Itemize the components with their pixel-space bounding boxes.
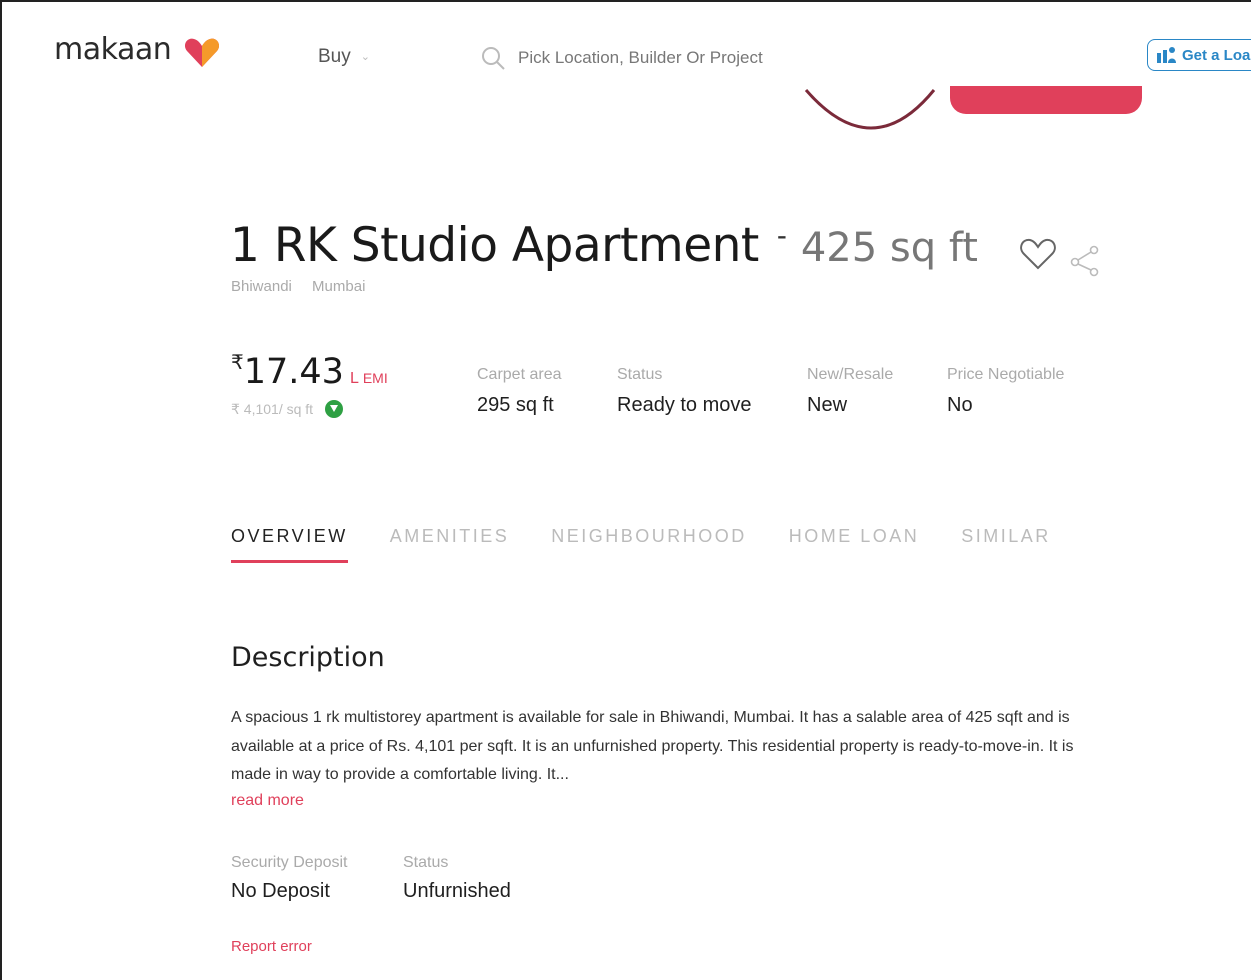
decorative-arc <box>804 89 936 130</box>
heart-logo-icon <box>184 38 220 67</box>
detail-label: Security Deposit <box>231 854 348 871</box>
stat-label: Status <box>617 366 663 383</box>
report-error-link[interactable]: Report error <box>231 938 312 955</box>
rupee-symbol: ₹ <box>231 352 244 374</box>
read-more-link[interactable]: read more <box>231 792 304 810</box>
price-amount: 17.43 <box>243 352 344 392</box>
search-icon <box>482 47 505 70</box>
price-unit: L <box>349 370 359 387</box>
tab-home-loan[interactable]: HOME LOAN <box>789 526 920 563</box>
price-trend-down-icon[interactable] <box>325 400 344 418</box>
title-separator: - <box>776 219 787 252</box>
stat-price-negotiable: Price Negotiable No <box>947 366 1064 417</box>
stat-carpet-area: Carpet area 295 sq ft <box>477 366 562 417</box>
detail-value: No Deposit <box>231 880 330 902</box>
share-icon[interactable] <box>1068 242 1104 278</box>
stat-status: Status Ready to move <box>617 366 752 417</box>
stat-value: Ready to move <box>617 394 752 416</box>
price-per-sqft: ₹ 4,101/ sq ft <box>231 400 344 418</box>
listing-title-row: 1 RK Studio Apartment - 425 sq ft <box>230 218 978 273</box>
section-tabs: OVERVIEW AMENITIES NEIGHBOURHOOD HOME LO… <box>231 526 1093 563</box>
loan-button-label: Get a Loan <box>1182 46 1251 64</box>
page-frame: makaan Buy ⌄ Get a Loan 1 RK Studio Apart… <box>0 0 1251 980</box>
search-input[interactable] <box>516 47 840 69</box>
stat-value: No <box>947 394 973 416</box>
makaan-logo[interactable]: makaan <box>54 32 172 67</box>
stat-new-resale: New/Resale New <box>807 366 893 417</box>
loan-icon <box>1157 47 1176 63</box>
search-bar[interactable] <box>480 42 840 74</box>
detail-security-deposit: Security Deposit No Deposit <box>231 854 348 903</box>
location-locality[interactable]: Bhiwandi <box>231 278 292 295</box>
detail-label: Status <box>403 854 449 871</box>
get-a-loan-button[interactable]: Get a Loan <box>1147 39 1251 71</box>
chevron-down-icon: ⌄ <box>360 51 370 63</box>
stat-label: Carpet area <box>477 366 562 383</box>
price-per-sqft-value: ₹ 4,101/ sq ft <box>231 400 314 417</box>
nav-buy-label: Buy <box>318 46 351 67</box>
emi-link[interactable]: EMI <box>363 370 388 386</box>
listing-title: 1 RK Studio Apartment <box>230 218 759 273</box>
stat-value: New <box>807 394 848 416</box>
tab-neighbourhood[interactable]: NEIGHBOURHOOD <box>551 526 747 563</box>
description-text: A spacious 1 rk multistorey apartment is… <box>231 709 1074 783</box>
detail-furnishing-status: Status Unfurnished <box>403 854 511 903</box>
request-button-partial[interactable] <box>950 86 1142 114</box>
tab-amenities[interactable]: AMENITIES <box>390 526 510 563</box>
detail-value: Unfurnished <box>403 880 511 902</box>
location-city[interactable]: Mumbai <box>312 278 365 295</box>
stat-value: 295 sq ft <box>477 394 554 416</box>
listing-area: 425 sq ft <box>800 225 978 271</box>
nav-buy-menu[interactable]: Buy ⌄ <box>318 46 370 68</box>
tab-overview[interactable]: OVERVIEW <box>231 526 348 563</box>
heart-outline-icon[interactable] <box>1018 236 1058 272</box>
description-heading: Description <box>231 642 385 673</box>
price-block: ₹ 17.43 L EMI <box>231 352 388 392</box>
stat-label: New/Resale <box>807 366 894 383</box>
tab-similar[interactable]: SIMILAR <box>961 526 1051 563</box>
stat-label: Price Negotiable <box>947 366 1065 383</box>
listing-location: Bhiwandi Mumbai <box>231 278 365 295</box>
